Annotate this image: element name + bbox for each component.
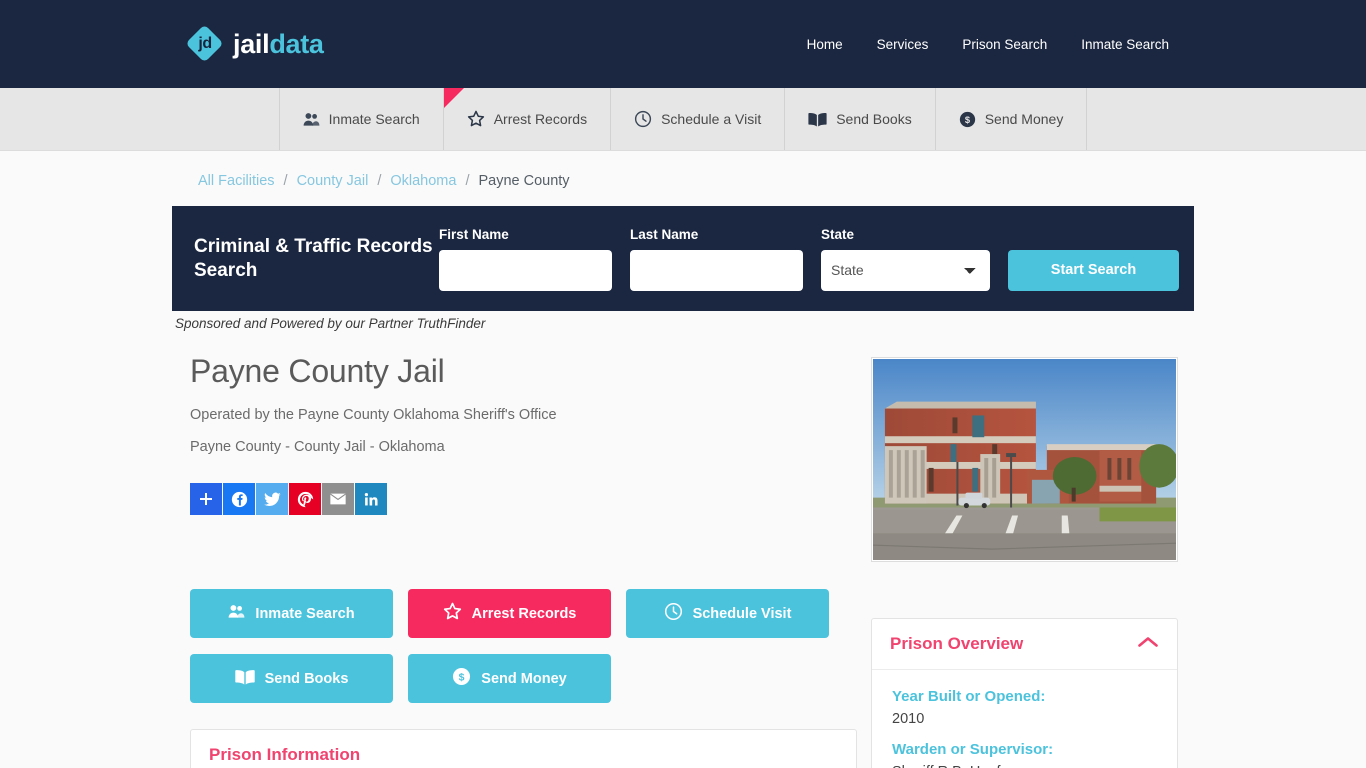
action-arrest-records-button[interactable]: Arrest Records	[408, 589, 611, 638]
facility-photo	[871, 357, 1178, 562]
breadcrumb-county-jail[interactable]: County Jail	[297, 173, 369, 189]
subnav-label: Inmate Search	[328, 111, 420, 127]
twitter-icon[interactable]	[256, 483, 288, 515]
action-schedule-visit-button[interactable]: Schedule Visit	[626, 589, 829, 638]
overview-value-year-built: 2010	[892, 711, 925, 727]
primary-navigation: Home Services Prison Search Inmate Searc…	[790, 31, 1186, 58]
breadcrumb-separator: /	[465, 173, 470, 189]
facility-operator: Operated by the Payne County Oklahoma Sh…	[190, 407, 557, 423]
start-search-button[interactable]: Start Search	[1008, 249, 1179, 291]
search-fields: First Name Last Name State State Start S…	[439, 227, 1179, 291]
content-row: Payne County Jail Operated by the Payne …	[172, 331, 1194, 768]
prison-information-header[interactable]: Prison Information	[191, 730, 856, 768]
subnav-label: Schedule a Visit	[661, 111, 762, 127]
prison-overview-header[interactable]: Prison Overview	[872, 619, 1177, 670]
breadcrumb-current: Payne County	[478, 173, 570, 189]
state-group: State State	[821, 227, 990, 291]
secondary-navigation: Inmate Search Arrest Records Schedule a …	[0, 88, 1366, 151]
nav-item-prison-search[interactable]: Prison Search	[945, 31, 1064, 58]
subnav-label: Send Books	[836, 111, 912, 127]
action-send-money-button[interactable]: $ Send Money	[408, 654, 611, 703]
email-icon[interactable]	[322, 483, 354, 515]
page-container: All Facilities / County Jail / Oklahoma …	[172, 151, 1194, 768]
subnav-label: Send Money	[984, 111, 1064, 127]
inmates-icon	[303, 112, 320, 127]
breadcrumb-all-facilities[interactable]: All Facilities	[198, 173, 275, 189]
prison-overview-title: Prison Overview	[890, 634, 1024, 653]
page-title: Payne County Jail	[190, 353, 445, 389]
logo-wordmark: jaildata	[233, 28, 324, 59]
star-icon	[467, 110, 485, 128]
linkedin-icon[interactable]	[355, 483, 387, 515]
nav-item-home[interactable]: Home	[790, 31, 860, 58]
prison-information-panel: Prison Information	[190, 729, 857, 768]
first-name-group: First Name	[439, 227, 612, 291]
subnav-label: Arrest Records	[493, 111, 588, 127]
action-send-books-button[interactable]: Send Books	[190, 654, 393, 703]
pinterest-icon[interactable]	[289, 483, 321, 515]
sponsored-note: Sponsored and Powered by our Partner Tru…	[175, 316, 486, 331]
prison-information-title: Prison Information	[209, 745, 361, 764]
subnav-item-send-books[interactable]: Send Books	[785, 88, 936, 150]
active-corner-flag	[443, 88, 464, 108]
social-share-bar	[190, 483, 857, 515]
logo-word-data: data	[269, 28, 324, 59]
logo-mark-text: jd	[198, 35, 212, 52]
logo-word-jail: jail	[233, 28, 270, 59]
dollar-coin-icon: $	[959, 111, 976, 128]
first-name-label: First Name	[439, 226, 509, 242]
prison-overview-panel: Prison Overview Year Built or Opened: 20…	[871, 618, 1178, 768]
state-label: State	[821, 226, 855, 242]
share-icon[interactable]	[190, 483, 222, 515]
last-name-group: Last Name	[630, 227, 803, 291]
last-name-label: Last Name	[630, 226, 699, 242]
last-name-input[interactable]	[630, 249, 803, 291]
action-inmate-search-button[interactable]: Inmate Search	[190, 589, 393, 638]
nav-item-services[interactable]: Services	[860, 31, 946, 58]
overview-label-warden: Warden or Supervisor:	[892, 741, 1054, 758]
site-logo[interactable]: jd jaildata	[185, 24, 324, 63]
main-column: Payne County Jail Operated by the Payne …	[188, 331, 857, 768]
action-label: Inmate Search	[255, 605, 355, 622]
nav-item-inmate-search[interactable]: Inmate Search	[1064, 31, 1186, 58]
jaildata-diamond-icon: jd	[185, 24, 224, 63]
overview-label-year-built: Year Built or Opened:	[892, 688, 1046, 705]
facility-action-buttons: Inmate Search Arrest Records Schedule Vi…	[190, 589, 830, 703]
book-icon	[808, 112, 827, 127]
star-icon	[443, 602, 462, 625]
subnav-item-schedule-a-visit[interactable]: Schedule a Visit	[611, 88, 786, 150]
subnav-item-arrest-records[interactable]: Arrest Records	[443, 88, 612, 150]
records-search-panel: Criminal & Traffic Records Search First …	[172, 206, 1194, 311]
subnav-item-send-money[interactable]: $ Send Money	[936, 88, 1088, 150]
chevron-up-icon[interactable]	[1137, 635, 1159, 654]
action-label: Send Money	[481, 670, 567, 687]
state-select[interactable]: State	[821, 249, 990, 291]
inmates-icon	[228, 604, 245, 623]
book-icon	[234, 669, 255, 689]
overview-value-warden: Sheriff R.B. Hauf	[892, 764, 1157, 768]
dollar-coin-icon: $	[452, 667, 471, 690]
first-name-input[interactable]	[439, 249, 612, 291]
svg-text:$: $	[965, 115, 971, 125]
action-label: Schedule Visit	[692, 605, 792, 622]
site-header: jd jaildata Home Services Prison Search …	[0, 0, 1366, 88]
sidebar-column: Prison Overview Year Built or Opened: 20…	[871, 331, 1178, 768]
clock-icon	[634, 110, 652, 128]
search-panel-title: Criminal & Traffic Records Search	[194, 235, 433, 281]
facility-location: Payne County - County Jail - Oklahoma	[190, 439, 445, 455]
svg-text:$: $	[459, 673, 465, 684]
breadcrumb-oklahoma[interactable]: Oklahoma	[390, 173, 456, 189]
breadcrumb-separator: /	[283, 173, 288, 189]
clock-icon	[664, 602, 683, 625]
breadcrumb: All Facilities / County Jail / Oklahoma …	[172, 151, 1194, 189]
facebook-icon[interactable]	[223, 483, 255, 515]
action-label: Send Books	[264, 670, 349, 687]
prison-overview-body: Year Built or Opened: 2010 Warden or Sup…	[872, 670, 1177, 768]
subnav-item-inmate-search[interactable]: Inmate Search	[278, 88, 444, 150]
action-label: Arrest Records	[471, 605, 577, 622]
breadcrumb-separator: /	[377, 173, 382, 189]
